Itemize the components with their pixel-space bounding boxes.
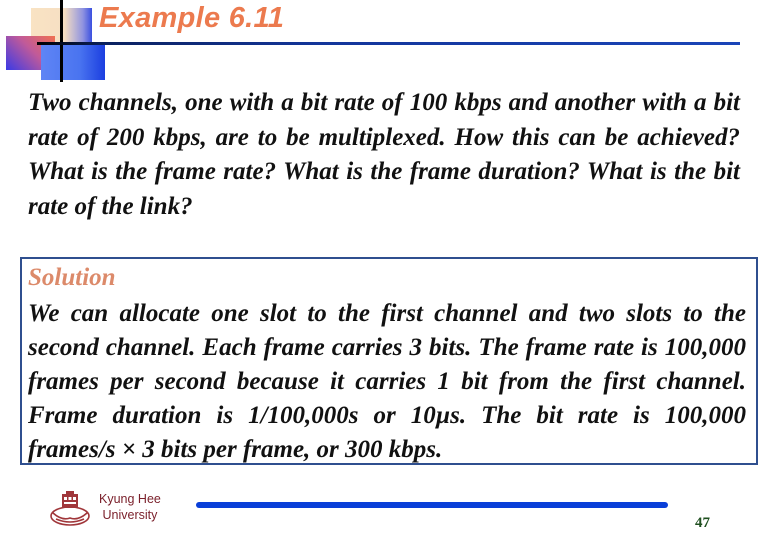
decorative-vertical-line	[60, 0, 63, 82]
university-line-2: University	[102, 508, 158, 522]
slide-title: Example 6.11	[99, 2, 285, 34]
title-underline	[37, 42, 740, 45]
university-crest-icon	[48, 491, 92, 527]
question-text: Two channels, one with a bit rate of 100…	[28, 89, 740, 220]
decorative-square-bottom	[41, 42, 105, 80]
university-name: Kyung Hee University	[99, 491, 161, 523]
solution-label: Solution	[28, 264, 116, 291]
university-line-1: Kyung Hee	[99, 492, 161, 506]
page-number: 47	[695, 515, 710, 531]
solution-text: We can allocate one slot to the first ch…	[28, 300, 746, 463]
footer-divider	[196, 502, 668, 508]
